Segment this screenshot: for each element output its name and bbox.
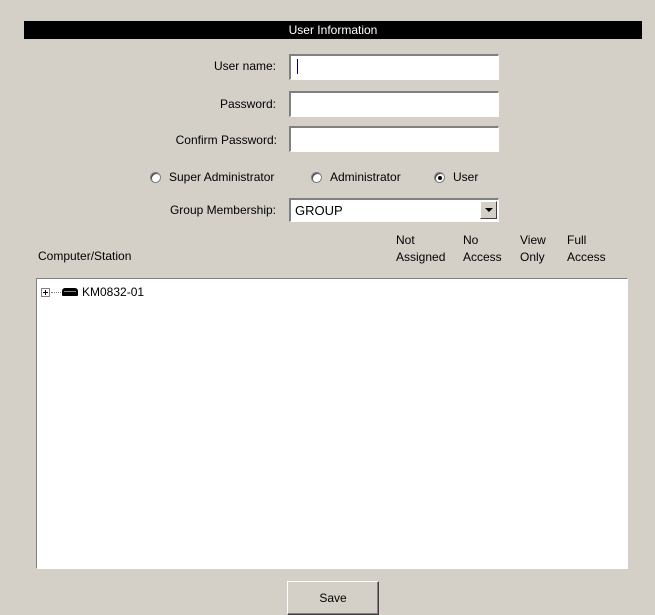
column-header-line: Not (396, 233, 415, 247)
column-header-line: Assigned (396, 250, 446, 264)
column-header-not-assigned: Not Assigned (396, 232, 445, 266)
tree-node-label: KM0832-01 (82, 285, 145, 299)
column-header-line: Access (463, 250, 502, 264)
username-label: User name: (213, 59, 276, 73)
username-field[interactable] (289, 54, 499, 80)
column-header-line: Access (567, 250, 606, 264)
panel-title: User Information (24, 21, 642, 39)
radio-button-checked-icon (434, 171, 445, 183)
column-header-line: View (520, 233, 546, 247)
radio-label: User (453, 170, 479, 184)
confirm-password-field[interactable] (289, 126, 499, 152)
radio-button-icon (311, 171, 322, 183)
confirm-password-label: Confirm Password: (175, 133, 277, 147)
column-header-view-only: View Only (520, 232, 546, 266)
station-tree[interactable]: KM0832-01 (36, 278, 628, 569)
text-caret (297, 59, 298, 74)
column-header-line: Only (520, 250, 545, 264)
tree-node[interactable]: KM0832-01 (41, 284, 144, 300)
password-field[interactable] (289, 91, 499, 117)
radio-label: Super Administrator (169, 170, 275, 184)
radio-user[interactable]: User (434, 170, 478, 184)
column-header-station: Computer/Station (38, 249, 132, 263)
group-selected-value: GROUP (295, 203, 343, 218)
column-header-line: Full (567, 233, 587, 247)
column-header-line: No (463, 233, 479, 247)
group-membership-select[interactable]: GROUP (289, 198, 499, 222)
column-header-full-access: Full Access (567, 232, 606, 266)
chevron-down-icon (484, 208, 493, 212)
column-header-no-access: No Access (463, 232, 502, 266)
group-membership-label: Group Membership: (169, 203, 276, 217)
radio-super-administrator[interactable]: Super Administrator (150, 170, 274, 184)
dropdown-button[interactable] (480, 201, 497, 219)
save-button[interactable]: Save (287, 581, 379, 615)
expand-plus-icon[interactable] (41, 287, 50, 297)
password-label: Password: (219, 97, 276, 111)
radio-administrator[interactable]: Administrator (311, 170, 401, 184)
tree-connector (51, 291, 61, 293)
kvm-switch-icon (62, 288, 78, 296)
radio-label: Administrator (330, 170, 401, 184)
radio-button-icon (150, 171, 161, 183)
